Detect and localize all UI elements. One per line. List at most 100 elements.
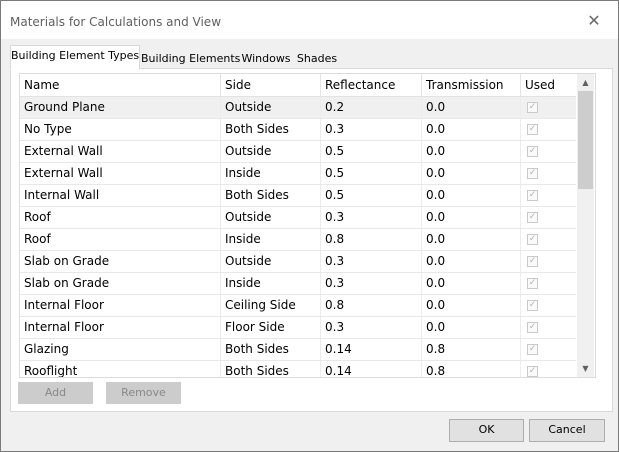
cell-side: Outside — [220, 97, 320, 118]
table-header: Name Side Reflectance Transmission Used — [20, 74, 576, 97]
remove-button[interactable]: Remove — [106, 382, 181, 404]
cell-name: Internal Wall — [24, 188, 100, 202]
cell-side: Outside — [220, 207, 320, 228]
cell-reflectance: 0.8 — [320, 295, 421, 316]
cell-name: No Type — [24, 122, 72, 136]
used-checkbox[interactable]: ✓ — [527, 234, 538, 245]
tab-windows[interactable]: Windows — [238, 48, 294, 70]
column-header-name[interactable]: Name — [20, 74, 220, 96]
cell-side: Outside — [220, 141, 320, 162]
cell-used: ✓ — [520, 119, 576, 140]
table-row[interactable]: Internal Floor Ceiling Side 0.8 0.0 ✓ — [20, 295, 576, 317]
cell-name: Slab on Grade — [24, 276, 110, 290]
table-row[interactable]: Internal Floor Floor Side 0.3 0.0 ✓ — [20, 317, 576, 339]
cell-name: Slab on Grade — [24, 254, 110, 268]
cell-used: ✓ — [520, 339, 576, 360]
cell-transmission: 0.0 — [421, 119, 520, 140]
used-checkbox[interactable]: ✓ — [527, 256, 538, 267]
table-row[interactable]: No Type Both Sides 0.3 0.0 ✓ — [20, 119, 576, 141]
column-header-reflectance[interactable]: Reflectance — [320, 74, 421, 96]
cell-used: ✓ — [520, 97, 576, 118]
cell-side: Inside — [220, 273, 320, 294]
table-row[interactable]: Slab on Grade Inside 0.3 0.0 ✓ — [20, 273, 576, 295]
cell-name: Roof — [24, 210, 51, 224]
table-row[interactable]: External Wall Inside 0.5 0.0 ✓ — [20, 163, 576, 185]
cell-side: Both Sides — [220, 361, 320, 377]
used-checkbox[interactable]: ✓ — [527, 124, 538, 135]
used-checkbox[interactable]: ✓ — [527, 146, 538, 157]
cell-reflectance: 0.14 — [320, 361, 421, 377]
cell-name: Ground Plane — [24, 100, 105, 114]
column-header-side[interactable]: Side — [220, 74, 320, 96]
table-row[interactable]: Roof Inside 0.8 0.0 ✓ — [20, 229, 576, 251]
cell-name: Roof — [24, 232, 51, 246]
cell-side: Floor Side — [220, 317, 320, 338]
used-checkbox[interactable]: ✓ — [527, 344, 538, 355]
used-checkbox[interactable]: ✓ — [527, 190, 538, 201]
cell-used: ✓ — [520, 295, 576, 316]
add-button[interactable]: Add — [18, 382, 93, 404]
cell-transmission: 0.0 — [421, 295, 520, 316]
table-row[interactable]: Ground Plane Outside 0.2 0.0 ✓ — [20, 97, 576, 119]
cell-side: Inside — [220, 229, 320, 250]
scroll-down-icon[interactable]: ▼ — [577, 360, 594, 377]
ok-button[interactable]: OK — [449, 419, 524, 442]
cell-used: ✓ — [520, 273, 576, 294]
cell-transmission: 0.0 — [421, 251, 520, 272]
close-icon[interactable]: ✕ — [586, 13, 602, 29]
cell-used: ✓ — [520, 207, 576, 228]
cell-used: ✓ — [520, 361, 576, 377]
table-row[interactable]: Slab on Grade Outside 0.3 0.0 ✓ — [20, 251, 576, 273]
cell-reflectance: 0.3 — [320, 273, 421, 294]
used-checkbox[interactable]: ✓ — [527, 366, 538, 377]
vertical-scrollbar[interactable]: ▲ ▼ — [577, 74, 594, 377]
cell-reflectance: 0.3 — [320, 251, 421, 272]
cell-reflectance: 0.8 — [320, 229, 421, 250]
cell-name: Glazing — [24, 342, 69, 356]
table-row[interactable]: Internal Wall Both Sides 0.5 0.0 ✓ — [20, 185, 576, 207]
cell-side: Both Sides — [220, 119, 320, 140]
cell-side: Inside — [220, 163, 320, 184]
cell-transmission: 0.0 — [421, 229, 520, 250]
table-row[interactable]: External Wall Outside 0.5 0.0 ✓ — [20, 141, 576, 163]
cell-reflectance: 0.2 — [320, 97, 421, 118]
materials-dialog: Materials for Calculations and View ✕ Bu… — [0, 0, 619, 452]
tab-building-element-types[interactable]: Building Element Types — [10, 45, 140, 70]
scrollbar-thumb[interactable] — [578, 91, 593, 189]
table-row[interactable]: Glazing Both Sides 0.14 0.8 ✓ — [20, 339, 576, 361]
tab-building-elements[interactable]: Building Elements — [140, 48, 240, 70]
used-checkbox[interactable]: ✓ — [527, 168, 538, 179]
cell-transmission: 0.8 — [421, 361, 520, 377]
tab-shades[interactable]: Shades — [293, 48, 341, 70]
used-checkbox[interactable]: ✓ — [527, 212, 538, 223]
cell-side: Both Sides — [220, 185, 320, 206]
used-checkbox[interactable]: ✓ — [527, 102, 538, 113]
cell-transmission: 0.0 — [421, 185, 520, 206]
cell-used: ✓ — [520, 185, 576, 206]
cell-reflectance: 0.5 — [320, 185, 421, 206]
materials-table: Name Side Reflectance Transmission Used … — [19, 73, 596, 378]
table-row[interactable]: Roof Outside 0.3 0.0 ✓ — [20, 207, 576, 229]
cell-reflectance: 0.5 — [320, 141, 421, 162]
cell-transmission: 0.0 — [421, 97, 520, 118]
cell-side: Outside — [220, 251, 320, 272]
window-title: Materials for Calculations and View — [10, 15, 222, 29]
cell-reflectance: 0.14 — [320, 339, 421, 360]
cell-transmission: 0.0 — [421, 317, 520, 338]
used-checkbox[interactable]: ✓ — [527, 322, 538, 333]
cell-used: ✓ — [520, 251, 576, 272]
column-header-transmission[interactable]: Transmission — [421, 74, 520, 96]
cell-reflectance: 0.3 — [320, 317, 421, 338]
cell-name: Internal Floor — [24, 320, 104, 334]
cell-used: ✓ — [520, 141, 576, 162]
used-checkbox[interactable]: ✓ — [527, 278, 538, 289]
table-row[interactable]: Rooflight Both Sides 0.14 0.8 ✓ — [20, 361, 576, 377]
cell-name: External Wall — [24, 166, 103, 180]
column-header-used[interactable]: Used — [520, 74, 576, 96]
scroll-up-icon[interactable]: ▲ — [577, 74, 594, 91]
cell-reflectance: 0.5 — [320, 163, 421, 184]
used-checkbox[interactable]: ✓ — [527, 300, 538, 311]
tab-strip: Building Element Types Building Elements… — [10, 45, 610, 70]
cancel-button[interactable]: Cancel — [529, 419, 605, 442]
cell-used: ✓ — [520, 317, 576, 338]
